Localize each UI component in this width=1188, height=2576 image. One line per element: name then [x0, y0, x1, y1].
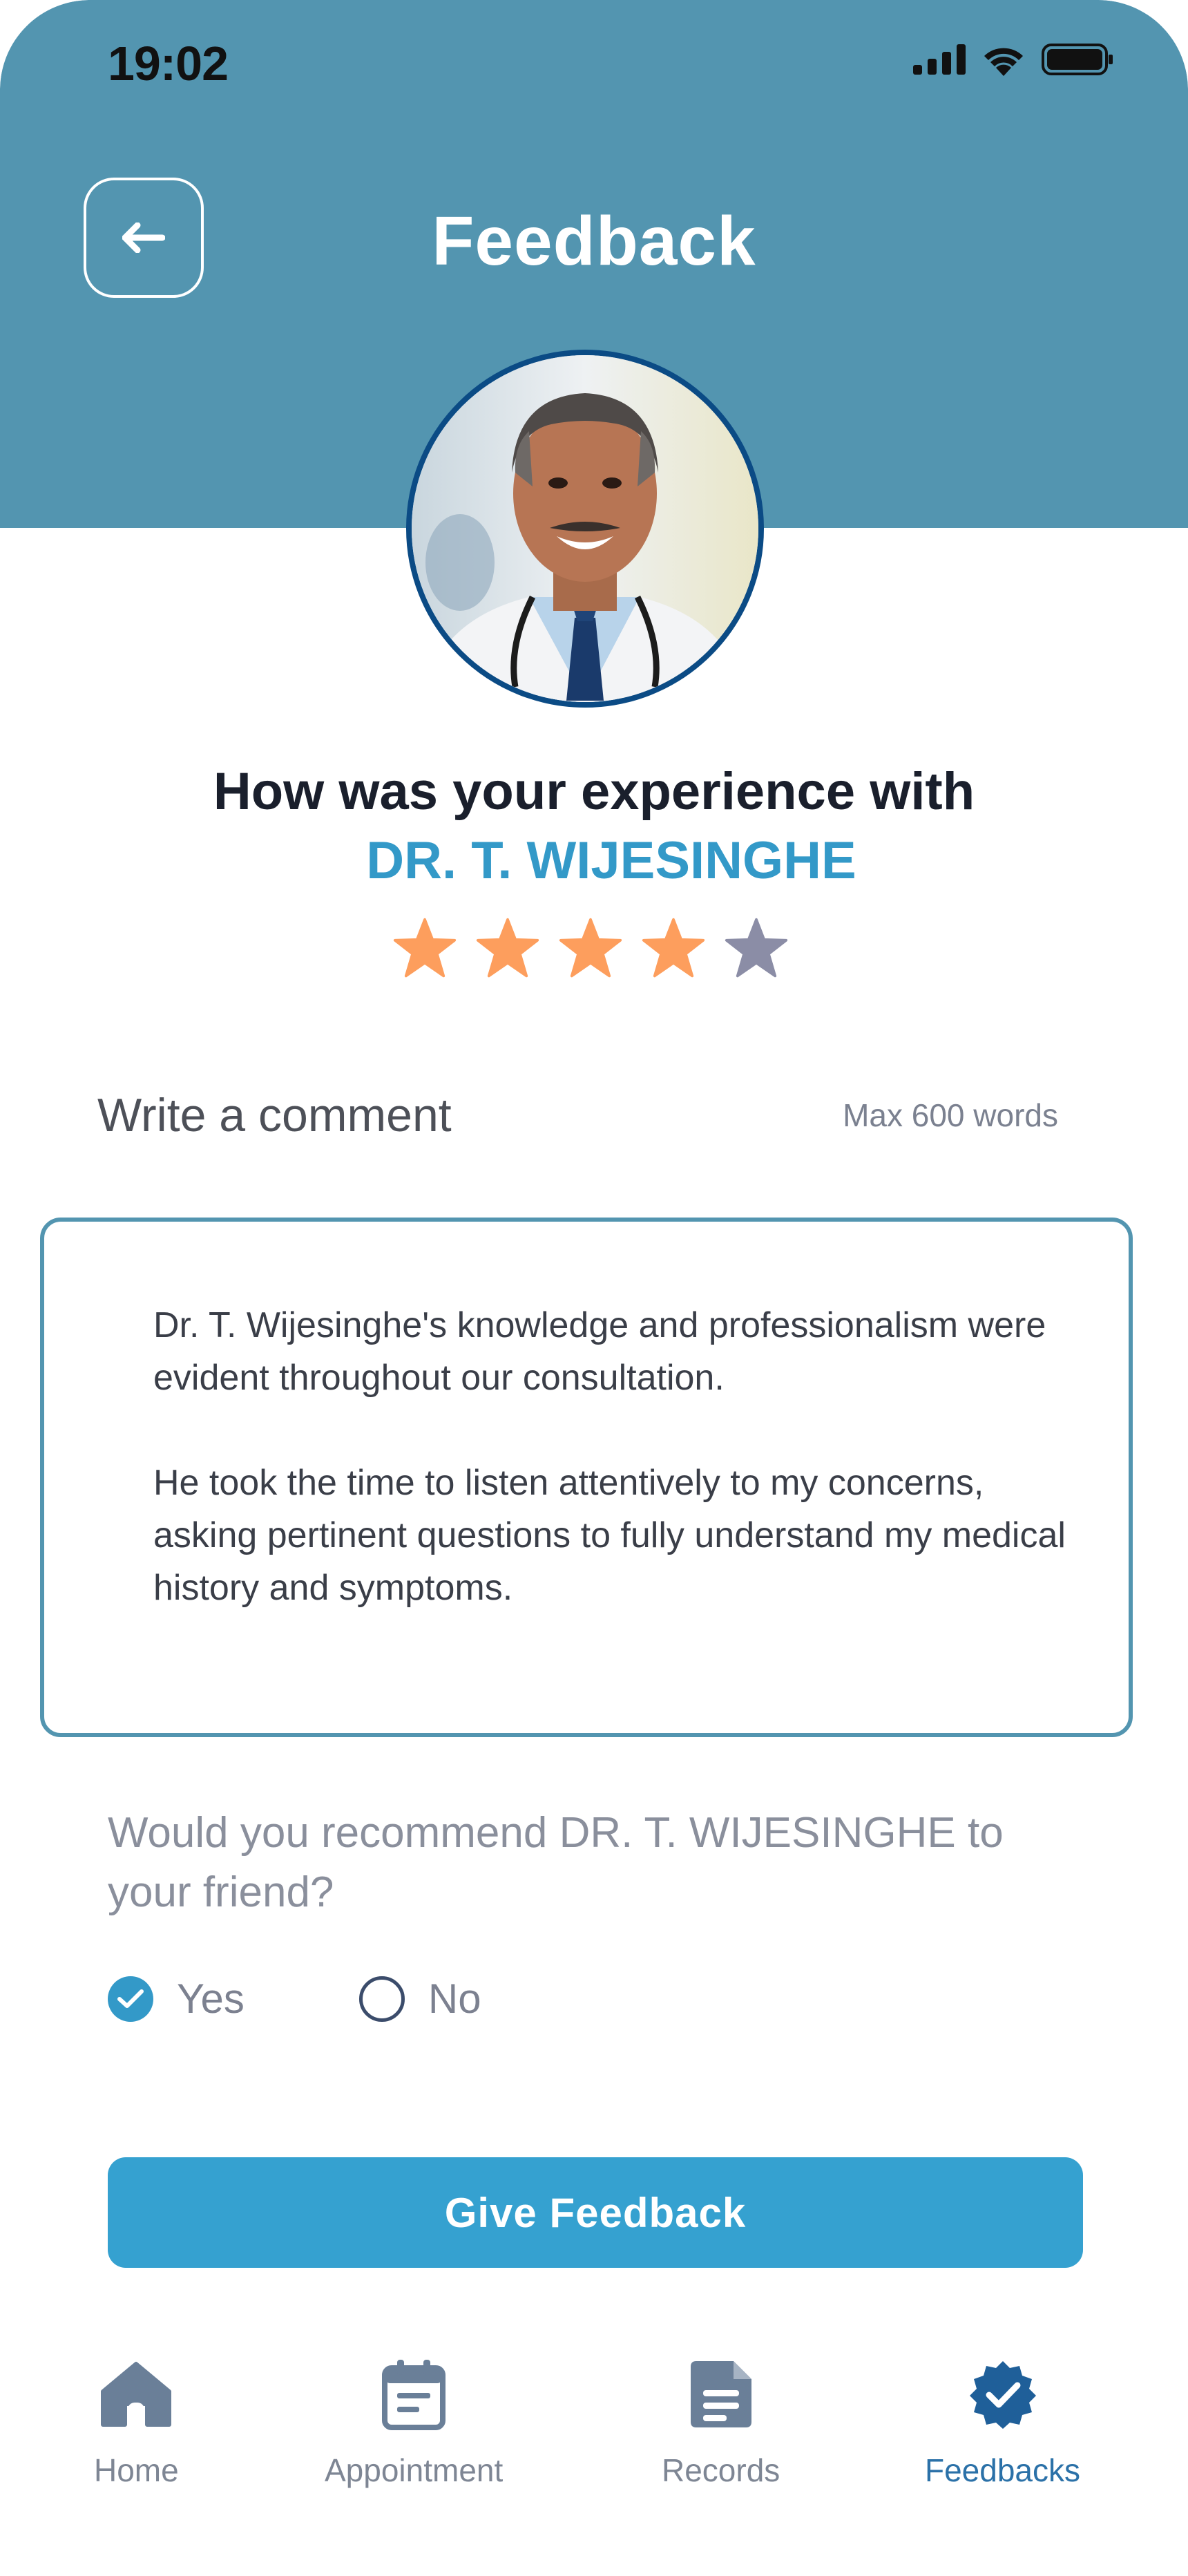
give-feedback-button[interactable]: Give Feedback	[108, 2157, 1083, 2268]
star-icon[interactable]	[475, 916, 540, 981]
doctor-name: DR. T. WIJESINGHE	[366, 831, 856, 890]
comment-paragraph: Dr. T. Wijesinghe's knowledge and profes…	[153, 1305, 1046, 1398]
star-icon[interactable]	[641, 916, 706, 981]
calendar-icon	[376, 2356, 452, 2432]
radio-no[interactable]: No	[358, 1975, 481, 2023]
feedback-screen: 19:02 Feedback How was your experience w…	[0, 0, 1188, 2576]
give-feedback-label: Give Feedback	[444, 2189, 747, 2236]
bottom-nav: Home Appointment Records Feedbacks	[0, 2336, 1188, 2576]
comment-paragraph: He took the time to listen attentively t…	[153, 1463, 1066, 1608]
star-icon[interactable]	[392, 916, 457, 981]
home-icon	[98, 2356, 174, 2432]
radio-no-label: No	[428, 1976, 481, 2022]
star-empty-icon[interactable]	[724, 916, 789, 981]
nav-appointment-label: Appointment	[325, 2452, 504, 2488]
nav-feedbacks[interactable]: Feedbacks	[925, 2356, 1080, 2489]
status-time: 19:02	[108, 37, 229, 91]
battery-icon	[1042, 44, 1113, 75]
doctor-avatar	[406, 350, 764, 708]
recommend-question: Would you recommend DR. T. WIJESINGHE to…	[108, 1809, 1004, 1916]
recommend-options: Yes No	[108, 1975, 481, 2023]
comment-label: Write a comment	[97, 1089, 452, 1142]
verified-badge-icon	[965, 2356, 1041, 2432]
nav-feedbacks-label: Feedbacks	[925, 2452, 1081, 2488]
signal-icon	[913, 44, 966, 75]
nav-records[interactable]: Records	[662, 2356, 780, 2489]
document-icon	[683, 2356, 759, 2432]
radio-yes[interactable]: Yes	[108, 1975, 245, 2023]
comment-textarea[interactable]: Dr. T. Wijesinghe's knowledge and profes…	[40, 1218, 1133, 1737]
star-icon[interactable]	[558, 916, 623, 981]
radio-yes-label: Yes	[177, 1976, 245, 2022]
star-rating[interactable]	[392, 916, 789, 981]
unchecked-radio-icon	[358, 1976, 405, 2022]
page-title: Feedback	[432, 202, 756, 280]
nav-records-label: Records	[662, 2452, 780, 2488]
word-limit-hint: Max 600 words	[843, 1097, 1058, 1133]
nav-appointment[interactable]: Appointment	[325, 2356, 503, 2489]
nav-home-label: Home	[94, 2452, 179, 2488]
nav-home[interactable]: Home	[94, 2356, 179, 2489]
experience-question: How was your experience with	[213, 762, 975, 821]
wifi-icon	[984, 48, 1023, 76]
checked-radio-icon	[108, 1976, 153, 2022]
status-icons	[913, 43, 1113, 76]
